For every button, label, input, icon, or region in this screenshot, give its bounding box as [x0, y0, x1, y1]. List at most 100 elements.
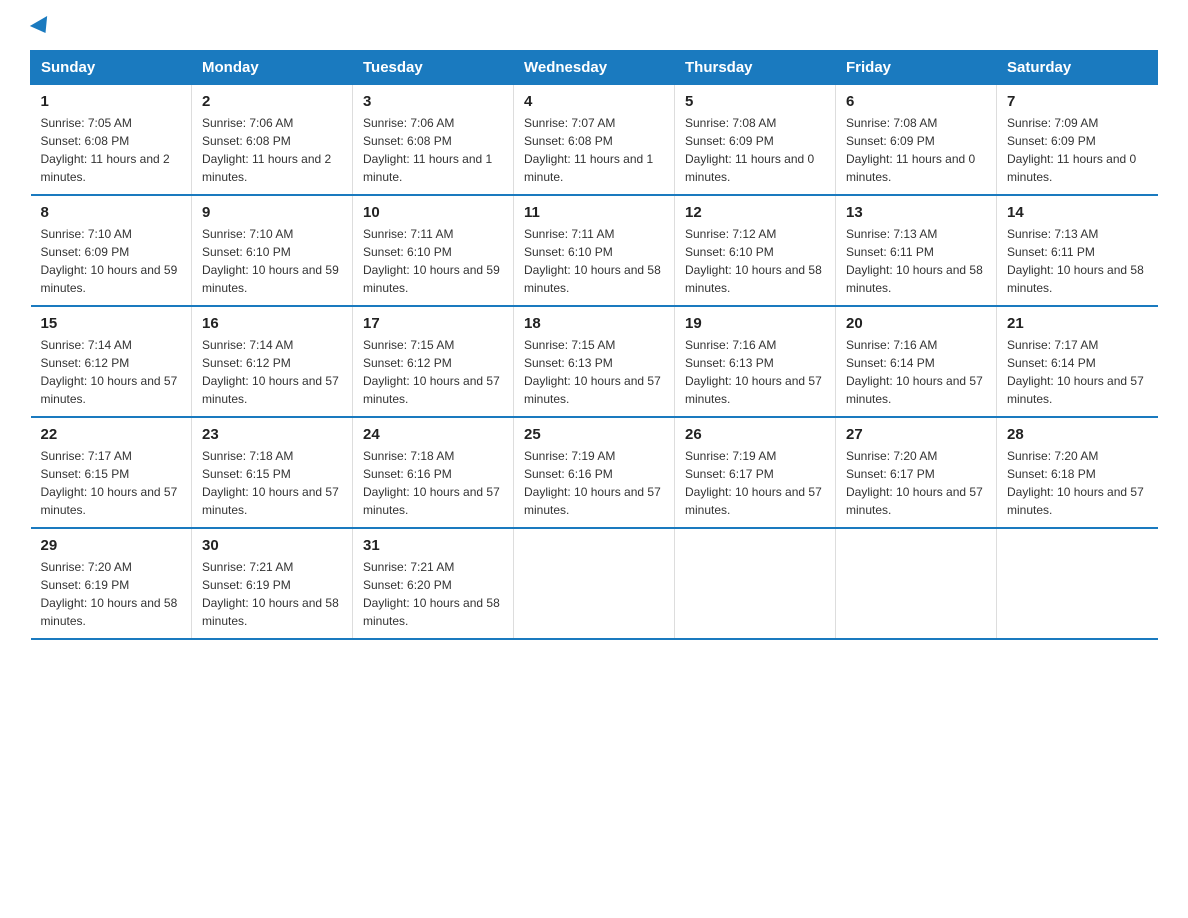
- week-row-5: 29 Sunrise: 7:20 AMSunset: 6:19 PMDayligh…: [31, 528, 1158, 639]
- header-saturday: Saturday: [997, 51, 1158, 85]
- day-number: 24: [363, 426, 503, 443]
- day-number: 22: [41, 426, 182, 443]
- day-cell-13: 13 Sunrise: 7:13 AMSunset: 6:11 PMDayligh…: [836, 195, 997, 306]
- empty-cell: [675, 528, 836, 639]
- day-info: Sunrise: 7:19 AMSunset: 6:17 PMDaylight:…: [685, 447, 825, 519]
- day-info: Sunrise: 7:11 AMSunset: 6:10 PMDaylight:…: [524, 225, 664, 297]
- day-number: 14: [1007, 204, 1148, 221]
- day-cell-28: 28 Sunrise: 7:20 AMSunset: 6:18 PMDayligh…: [997, 417, 1158, 528]
- header-tuesday: Tuesday: [353, 51, 514, 85]
- day-number: 12: [685, 204, 825, 221]
- day-number: 17: [363, 315, 503, 332]
- day-number: 28: [1007, 426, 1148, 443]
- day-cell-30: 30 Sunrise: 7:21 AMSunset: 6:19 PMDayligh…: [192, 528, 353, 639]
- day-cell-12: 12 Sunrise: 7:12 AMSunset: 6:10 PMDayligh…: [675, 195, 836, 306]
- day-cell-22: 22 Sunrise: 7:17 AMSunset: 6:15 PMDayligh…: [31, 417, 192, 528]
- day-info: Sunrise: 7:18 AMSunset: 6:15 PMDaylight:…: [202, 447, 342, 519]
- day-cell-2: 2 Sunrise: 7:06 AMSunset: 6:08 PMDaylight…: [192, 85, 353, 196]
- day-cell-24: 24 Sunrise: 7:18 AMSunset: 6:16 PMDayligh…: [353, 417, 514, 528]
- day-number: 7: [1007, 93, 1148, 110]
- day-number: 20: [846, 315, 986, 332]
- day-info: Sunrise: 7:10 AMSunset: 6:09 PMDaylight:…: [41, 225, 182, 297]
- day-cell-31: 31Sunrise: 7:21 AMSunset: 6:20 PMDayligh…: [353, 528, 514, 639]
- day-info: Sunrise: 7:20 AMSunset: 6:18 PMDaylight:…: [1007, 447, 1148, 519]
- day-info: Sunrise: 7:15 AMSunset: 6:12 PMDaylight:…: [363, 336, 503, 408]
- day-cell-4: 4 Sunrise: 7:07 AMSunset: 6:08 PMDaylight…: [514, 85, 675, 196]
- header-thursday: Thursday: [675, 51, 836, 85]
- day-info: Sunrise: 7:19 AMSunset: 6:16 PMDaylight:…: [524, 447, 664, 519]
- day-info: Sunrise: 7:06 AMSunset: 6:08 PMDaylight:…: [202, 114, 342, 186]
- week-row-2: 8 Sunrise: 7:10 AMSunset: 6:09 PMDaylight…: [31, 195, 1158, 306]
- day-info: Sunrise: 7:13 AMSunset: 6:11 PMDaylight:…: [846, 225, 986, 297]
- header-friday: Friday: [836, 51, 997, 85]
- day-info: Sunrise: 7:17 AMSunset: 6:14 PMDaylight:…: [1007, 336, 1148, 408]
- day-info: Sunrise: 7:16 AMSunset: 6:13 PMDaylight:…: [685, 336, 825, 408]
- day-cell-16: 16 Sunrise: 7:14 AMSunset: 6:12 PMDayligh…: [192, 306, 353, 417]
- day-cell-23: 23 Sunrise: 7:18 AMSunset: 6:15 PMDayligh…: [192, 417, 353, 528]
- day-cell-15: 15 Sunrise: 7:14 AMSunset: 6:12 PMDayligh…: [31, 306, 192, 417]
- day-info: Sunrise: 7:07 AMSunset: 6:08 PMDaylight:…: [524, 114, 664, 186]
- day-info: Sunrise: 7:14 AMSunset: 6:12 PMDaylight:…: [41, 336, 182, 408]
- day-info: Sunrise: 7:21 AMSunset: 6:19 PMDaylight:…: [202, 558, 342, 630]
- day-number: 18: [524, 315, 664, 332]
- header-sunday: Sunday: [31, 51, 192, 85]
- day-cell-1: 1Sunrise: 7:05 AMSunset: 6:08 PMDaylight…: [31, 85, 192, 196]
- day-cell-19: 19 Sunrise: 7:16 AMSunset: 6:13 PMDayligh…: [675, 306, 836, 417]
- day-info: Sunrise: 7:20 AMSunset: 6:19 PMDaylight:…: [41, 558, 182, 630]
- day-number: 13: [846, 204, 986, 221]
- day-number: 15: [41, 315, 182, 332]
- day-info: Sunrise: 7:21 AMSunset: 6:20 PMDaylight:…: [363, 558, 503, 630]
- day-info: Sunrise: 7:10 AMSunset: 6:10 PMDaylight:…: [202, 225, 342, 297]
- day-info: Sunrise: 7:06 AMSunset: 6:08 PMDaylight:…: [363, 114, 503, 186]
- day-number: 27: [846, 426, 986, 443]
- day-cell-8: 8 Sunrise: 7:10 AMSunset: 6:09 PMDaylight…: [31, 195, 192, 306]
- day-info: Sunrise: 7:18 AMSunset: 6:16 PMDaylight:…: [363, 447, 503, 519]
- week-row-4: 22 Sunrise: 7:17 AMSunset: 6:15 PMDayligh…: [31, 417, 1158, 528]
- calendar-table: SundayMondayTuesdayWednesdayThursdayFrid…: [30, 50, 1158, 640]
- day-info: Sunrise: 7:12 AMSunset: 6:10 PMDaylight:…: [685, 225, 825, 297]
- day-number: 25: [524, 426, 664, 443]
- page-header: [30, 20, 1158, 34]
- header-monday: Monday: [192, 51, 353, 85]
- day-info: Sunrise: 7:13 AMSunset: 6:11 PMDaylight:…: [1007, 225, 1148, 297]
- day-number: 8: [41, 204, 182, 221]
- day-number: 19: [685, 315, 825, 332]
- day-cell-21: 21Sunrise: 7:17 AMSunset: 6:14 PMDayligh…: [997, 306, 1158, 417]
- day-cell-14: 14 Sunrise: 7:13 AMSunset: 6:11 PMDayligh…: [997, 195, 1158, 306]
- day-cell-27: 27 Sunrise: 7:20 AMSunset: 6:17 PMDayligh…: [836, 417, 997, 528]
- day-number: 4: [524, 93, 664, 110]
- day-cell-10: 10Sunrise: 7:11 AMSunset: 6:10 PMDayligh…: [353, 195, 514, 306]
- day-number: 3: [363, 93, 503, 110]
- day-cell-5: 5 Sunrise: 7:08 AMSunset: 6:09 PMDaylight…: [675, 85, 836, 196]
- logo: [30, 20, 52, 34]
- day-number: 23: [202, 426, 342, 443]
- empty-cell: [514, 528, 675, 639]
- header-row: SundayMondayTuesdayWednesdayThursdayFrid…: [31, 51, 1158, 85]
- day-info: Sunrise: 7:05 AMSunset: 6:08 PMDaylight:…: [41, 114, 182, 186]
- day-number: 10: [363, 204, 503, 221]
- day-info: Sunrise: 7:08 AMSunset: 6:09 PMDaylight:…: [685, 114, 825, 186]
- day-info: Sunrise: 7:20 AMSunset: 6:17 PMDaylight:…: [846, 447, 986, 519]
- day-info: Sunrise: 7:09 AMSunset: 6:09 PMDaylight:…: [1007, 114, 1148, 186]
- day-number: 26: [685, 426, 825, 443]
- day-cell-26: 26 Sunrise: 7:19 AMSunset: 6:17 PMDayligh…: [675, 417, 836, 528]
- day-number: 5: [685, 93, 825, 110]
- day-cell-9: 9Sunrise: 7:10 AMSunset: 6:10 PMDaylight…: [192, 195, 353, 306]
- day-cell-6: 6Sunrise: 7:08 AMSunset: 6:09 PMDaylight…: [836, 85, 997, 196]
- day-info: Sunrise: 7:16 AMSunset: 6:14 PMDaylight:…: [846, 336, 986, 408]
- logo-blue-text: [30, 20, 52, 34]
- day-cell-18: 18Sunrise: 7:15 AMSunset: 6:13 PMDayligh…: [514, 306, 675, 417]
- week-row-1: 1Sunrise: 7:05 AMSunset: 6:08 PMDaylight…: [31, 85, 1158, 196]
- day-info: Sunrise: 7:14 AMSunset: 6:12 PMDaylight:…: [202, 336, 342, 408]
- day-cell-7: 7 Sunrise: 7:09 AMSunset: 6:09 PMDaylight…: [997, 85, 1158, 196]
- day-cell-3: 3 Sunrise: 7:06 AMSunset: 6:08 PMDaylight…: [353, 85, 514, 196]
- day-cell-20: 20 Sunrise: 7:16 AMSunset: 6:14 PMDayligh…: [836, 306, 997, 417]
- day-info: Sunrise: 7:17 AMSunset: 6:15 PMDaylight:…: [41, 447, 182, 519]
- day-number: 16: [202, 315, 342, 332]
- day-number: 30: [202, 537, 342, 554]
- day-cell-11: 11Sunrise: 7:11 AMSunset: 6:10 PMDayligh…: [514, 195, 675, 306]
- day-number: 29: [41, 537, 182, 554]
- day-number: 6: [846, 93, 986, 110]
- day-number: 2: [202, 93, 342, 110]
- logo-triangle-icon: [30, 16, 54, 38]
